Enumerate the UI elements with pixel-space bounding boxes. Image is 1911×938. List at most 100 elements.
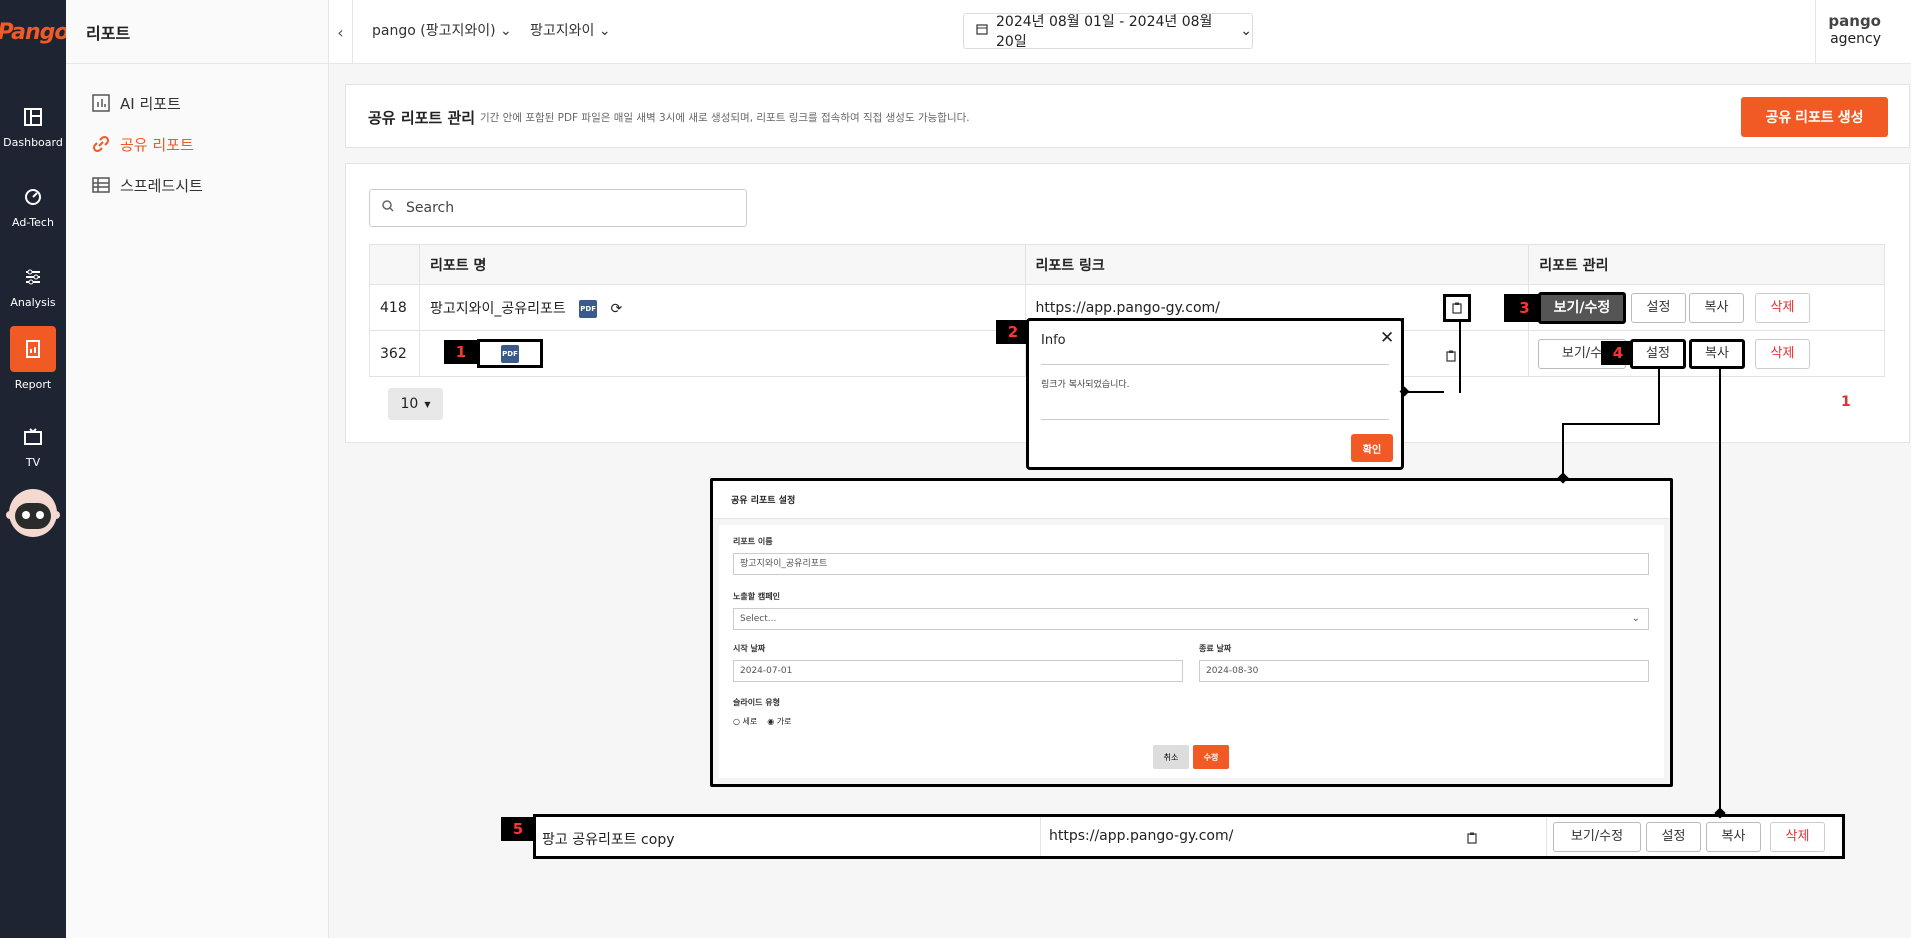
radio-label: 가로 [776,717,792,726]
mascot-avatar-icon[interactable] [5,485,61,541]
copy-button[interactable]: 복사 [1689,293,1744,323]
divider [1546,817,1547,856]
copy-button[interactable]: 복사 [1689,339,1745,369]
settings-button[interactable]: 설정 [1630,339,1686,369]
rail-item-report[interactable]: Report [0,326,66,396]
radio-label: 세로 [742,717,758,726]
callout-1: 1 [444,340,478,364]
row-id: 362 [369,330,420,377]
search-input[interactable]: Search [369,189,747,227]
settings-button[interactable]: 설정 [1631,293,1686,323]
connector-line [1719,369,1721,814]
settings-button[interactable]: 설정 [1646,822,1701,852]
copy-link-clipboard-icon[interactable] [1443,294,1471,322]
pdf-icon[interactable]: PDF [579,299,598,318]
delete-button[interactable]: 삭제 [1755,293,1810,323]
collapse-chevron-left-icon[interactable]: ‹ [329,0,353,64]
calendar-icon [976,23,988,39]
account-dropdown[interactable]: pango (팡고지와이) ⌄ [372,20,512,40]
brand-dropdown[interactable]: 팡고지와이 ⌄ [530,20,611,40]
clipboard-icon[interactable] [1446,347,1456,362]
date-range-picker[interactable]: 2024년 08월 01일 - 2024년 08월 20일 ⌄ [963,13,1253,50]
pdf-download-highlight[interactable]: PDF [477,339,543,368]
field-label: 슬라이드 유형 [733,698,780,707]
rail-item-ad-tech[interactable]: Ad-Tech [0,172,66,242]
pdf-icon[interactable]: PDF [501,344,519,363]
user-info[interactable]: pango agency [1828,12,1881,48]
brand-label: 팡고지와이 [530,23,595,39]
column-header: 리포트 관리 [1528,244,1885,285]
campaign-select[interactable]: Select... ⌄ [733,608,1649,630]
table-header-row: 리포트 명 리포트 링크 리포트 관리 [369,244,1885,285]
view-edit-button[interactable]: 보기/수정 [1538,292,1626,324]
radio-landscape[interactable]: ◉ 가로 [767,716,791,727]
topbar-divider [1815,0,1816,64]
report-link[interactable]: https://app.pango-gy.com/ [1036,300,1220,316]
page-size-value: 10 [400,396,419,412]
submit-button[interactable]: 수정 [1193,745,1229,769]
confirm-button[interactable]: 확인 [1351,434,1393,462]
subnav-label: 공유 리포트 [120,135,194,154]
pango-logo[interactable]: Pango [0,12,70,52]
column-header: 리포트 링크 [1024,244,1530,285]
report-name[interactable]: 팡고 공유리포트 copy [542,829,675,849]
report-name[interactable]: 팡고지와이_공유리포트 [430,301,566,317]
top-bar: ‹ pango (팡고지와이) ⌄ 팡고지와이 ⌄ 2024년 08월 01일 … [329,0,1911,64]
dialog-header: 공유 리포트 설정 [713,481,1670,519]
link-icon [92,135,110,153]
sliders-icon [20,264,46,290]
rail-item-analysis[interactable]: Analysis [0,252,66,322]
start-date-input[interactable]: 2024-07-01 [733,660,1183,682]
caret-down-icon: ▼ [424,399,431,409]
info-dialog: Info ✕ 링크가 복사되었습니다. 확인 [1026,318,1404,470]
rail-label: Analysis [10,296,56,309]
clipboard-icon[interactable] [1467,829,1477,848]
cancel-button[interactable]: 취소 [1153,745,1189,769]
report-name-input[interactable]: 팡고지와이_공유리포트 [733,553,1649,575]
user-name: pango [1828,12,1881,30]
refresh-icon[interactable]: ⟳ [611,301,623,317]
subnav-item-shared-report[interactable]: 공유 리포트 [92,133,194,155]
page-title: 공유 리포트 관리 [368,109,476,127]
chart-icon [92,94,110,112]
rail-item-tv[interactable]: TV [0,412,66,482]
chevron-down-icon: ⌄ [500,23,512,39]
column-header: 리포트 명 [418,244,1026,285]
report-link[interactable]: https://app.pango-gy.com/ [1049,828,1233,844]
divider [1041,364,1389,365]
dialog-message: 링크가 복사되었습니다. [1041,380,1130,390]
subnav-item-ai-report[interactable]: AI 리포트 [92,92,181,114]
subnav-label: 스프레드시트 [120,176,203,195]
campaign-placeholder: Select... [740,614,777,624]
chevron-down-icon: ⌄ [1631,613,1640,624]
copied-row: 팡고 공유리포트 copy https://app.pango-gy.com/ … [533,814,1845,859]
connector-line [1404,391,1444,393]
rail-label: Ad-Tech [12,216,54,229]
rail-item-dashboard[interactable]: Dashboard [0,92,66,162]
delete-button[interactable]: 삭제 [1755,339,1810,369]
callout-5: 5 [501,817,535,841]
row-id: 418 [369,284,420,331]
radio-portrait[interactable]: ○ 세로 [733,716,757,727]
rail-label: TV [25,456,41,469]
end-date-input[interactable]: 2024-08-30 [1199,660,1649,682]
subnav-title: 리포트 [66,0,328,64]
view-edit-button[interactable]: 보기/수정 [1553,822,1641,852]
copy-button[interactable]: 복사 [1706,822,1761,852]
close-icon[interactable]: ✕ [1380,328,1394,348]
create-shared-report-button[interactable]: 공유 리포트 생성 [1741,97,1888,137]
connector-line [1459,322,1461,393]
gauge-icon [20,184,46,210]
search-placeholder: Search [406,200,455,216]
pagination-current[interactable]: 1 [1841,394,1851,410]
dialog-title: 공유 리포트 설정 [731,496,796,506]
delete-button[interactable]: 삭제 [1770,822,1825,852]
row-name-cell: 팡고지와이_공유리포트 PDF ⟳ [418,284,1026,331]
subnav-item-spreadsheet[interactable]: 스프레드시트 [92,174,203,196]
connector-line [1562,423,1660,425]
shared-report-settings-dialog: 공유 리포트 설정 리포트 이름 팡고지와이_공유리포트 노출할 캠페인 Sel… [710,478,1673,787]
page-size-select[interactable]: 10 ▼ [388,388,443,420]
dialog-title: Info [1041,333,1066,348]
search-icon [382,200,394,216]
rail-label: Report [14,378,52,391]
